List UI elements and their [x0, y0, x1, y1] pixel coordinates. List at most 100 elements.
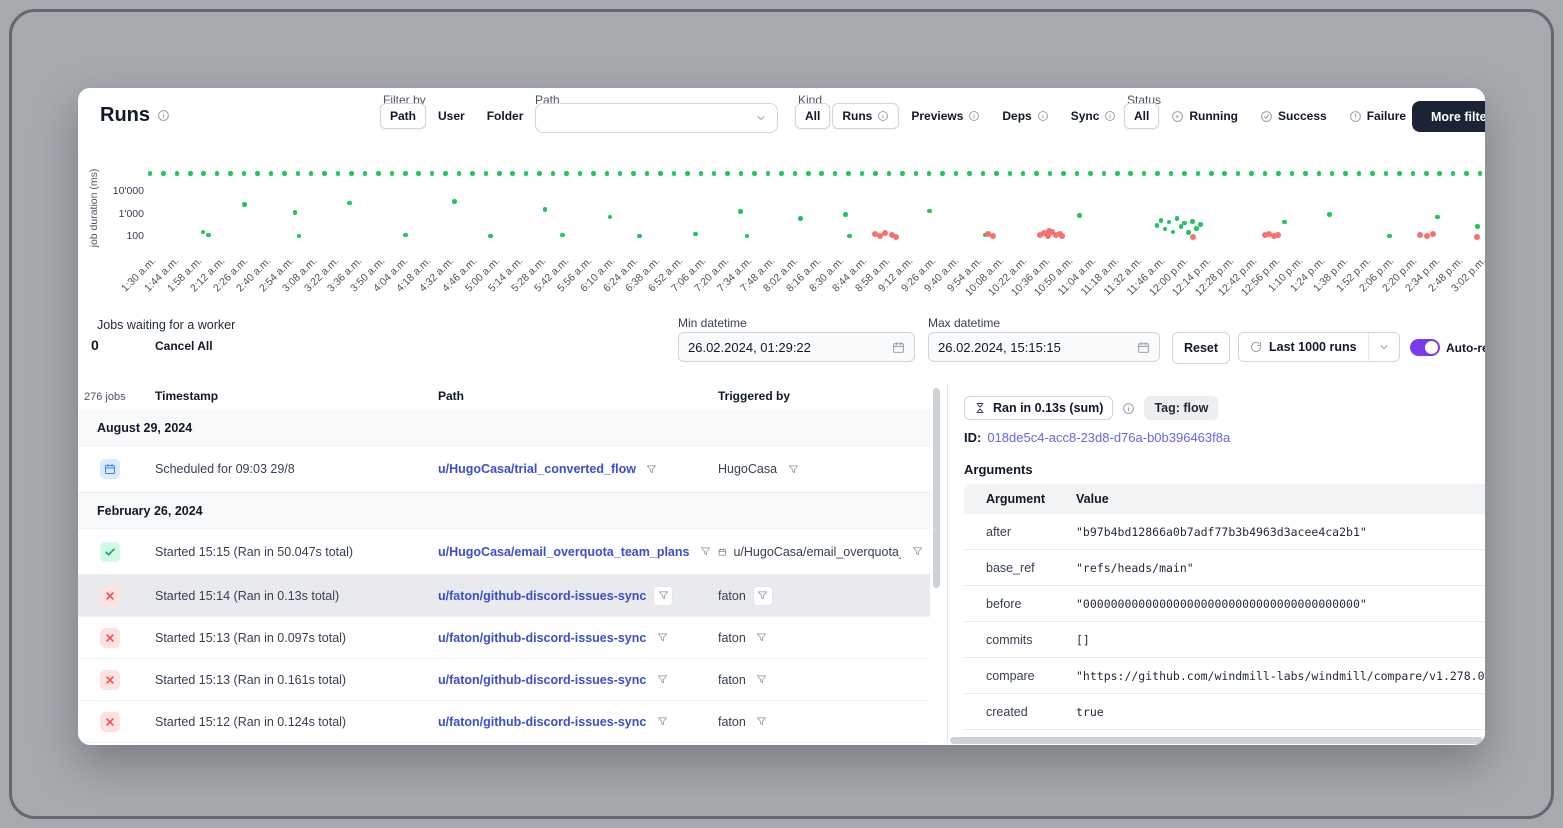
reset-button[interactable]: Reset	[1172, 332, 1230, 364]
job-path-link[interactable]: u/faton/github-discord-issues-sync	[438, 589, 646, 603]
filter-funnel-icon[interactable]	[753, 629, 771, 647]
filter-funnel-icon[interactable]	[753, 713, 771, 731]
duration-badge: Ran in 0.13s (sum)	[964, 396, 1113, 420]
filter-funnel-icon[interactable]	[653, 671, 671, 689]
data-point	[1327, 212, 1332, 217]
data-point	[860, 171, 865, 176]
filter-funnel-icon[interactable]	[696, 543, 714, 561]
min-datetime-input[interactable]: 26.02.2024, 01:29:22	[678, 332, 915, 362]
table-row[interactable]: Started 15:13 (Ran in 0.097s total)u/fat…	[78, 617, 930, 659]
jobs-count: 276 jobs	[84, 391, 126, 403]
kind-chip-sync[interactable]: Sync	[1061, 103, 1127, 129]
data-point	[1102, 171, 1107, 176]
run-id-link[interactable]: 018de5c4-acc8-23d8-d76a-b0b396463f8a	[987, 430, 1230, 445]
jobs-table-header: 276 jobs Timestamp Path Triggered by	[78, 384, 930, 411]
filter-by-chip-user[interactable]: User	[428, 103, 475, 129]
data-point	[510, 171, 515, 176]
data-point	[766, 171, 771, 176]
data-point	[543, 207, 548, 212]
jobs-waiting-count: 0	[91, 337, 99, 353]
page-title-text: Runs	[100, 104, 150, 127]
filter-funnel-icon[interactable]	[653, 629, 671, 647]
info-icon	[877, 110, 889, 122]
data-point	[564, 171, 569, 176]
job-path-link[interactable]: u/HugoCasa/email_overquota_team_plans	[438, 545, 689, 559]
chip-label: All	[1134, 109, 1149, 123]
job-timestamp: Started 15:13 (Ran in 0.161s total)	[155, 673, 346, 687]
status-chip-all[interactable]: All	[1124, 103, 1159, 129]
argument-key: after	[986, 525, 1076, 539]
filter-by-chip-folder[interactable]: Folder	[477, 103, 534, 129]
data-point	[336, 171, 341, 176]
filter-funnel-icon[interactable]	[784, 460, 802, 478]
data-point	[1275, 232, 1281, 238]
run-id-label: ID:	[964, 430, 981, 445]
more-filters-button[interactable]: More filters	[1412, 101, 1485, 132]
run-id-row: ID: 018de5c4-acc8-23d8-d76a-b0b396463f8a	[964, 430, 1230, 445]
table-row[interactable]: Started 15:15 (Ran in 50.047s total)u/Hu…	[78, 529, 930, 575]
status-chip-failure[interactable]: Failure	[1339, 103, 1416, 129]
data-point	[282, 171, 287, 176]
auto-refresh-toggle[interactable]	[1410, 339, 1440, 356]
job-path-link[interactable]: u/HugoCasa/trial_converted_flow	[438, 462, 636, 476]
table-row[interactable]: Started 15:12 (Ran in 0.124s total)u/fat…	[78, 701, 930, 743]
data-point	[745, 234, 750, 239]
filter-funnel-icon[interactable]	[753, 671, 771, 689]
data-point	[893, 234, 899, 240]
max-datetime-input[interactable]: 26.02.2024, 15:15:15	[928, 332, 1160, 362]
data-point	[847, 234, 852, 239]
data-point	[779, 171, 784, 176]
vertical-scrollbar[interactable]	[933, 388, 940, 588]
data-point	[618, 171, 623, 176]
filter-funnel-icon[interactable]	[753, 586, 773, 606]
filter-by-chip-path[interactable]: Path	[380, 103, 426, 129]
job-triggered-by: faton	[718, 715, 746, 729]
job-path-link[interactable]: u/faton/github-discord-issues-sync	[438, 673, 646, 687]
info-icon[interactable]	[1122, 402, 1135, 415]
data-point	[484, 171, 489, 176]
filter-funnel-icon[interactable]	[908, 543, 926, 561]
data-point	[1236, 171, 1241, 176]
horizontal-scrollbar[interactable]	[950, 737, 1483, 744]
kind-chip-runs[interactable]: Runs	[832, 103, 899, 129]
data-point	[1478, 171, 1483, 176]
jobs-table-body: August 29, 2024Scheduled for 09:03 29/8u…	[78, 410, 930, 745]
data-point	[914, 171, 919, 176]
table-row[interactable]: Scheduled for 09:03 29/8u/HugoCasa/trial…	[78, 446, 930, 493]
data-point	[927, 171, 932, 176]
data-point	[1451, 171, 1456, 176]
job-path-link[interactable]: u/faton/github-discord-issues-sync	[438, 715, 646, 729]
table-row[interactable]: Started 15:13 (Ran in 0.161s total) u/fat…	[78, 659, 930, 701]
table-row[interactable]: Started 15:14 (Ran in 0.13s total)u/fato…	[78, 575, 930, 617]
date-group-row: February 26, 2024	[78, 493, 930, 529]
data-point	[591, 171, 596, 176]
cancel-all-button[interactable]: Cancel All	[155, 339, 213, 353]
info-icon[interactable]	[157, 109, 170, 122]
filter-funnel-icon[interactable]	[653, 713, 671, 731]
scatter-plot-area[interactable]	[150, 168, 1480, 250]
chip-label: Runs	[842, 109, 872, 123]
status-chip-running[interactable]: Running	[1161, 103, 1248, 129]
data-point	[631, 171, 636, 176]
kind-chip-previews[interactable]: Previews	[901, 103, 990, 129]
job-path-link[interactable]: u/faton/github-discord-issues-sync	[438, 631, 646, 645]
calendar-icon[interactable]	[892, 341, 905, 354]
data-point	[537, 171, 542, 176]
status-chip-success[interactable]: Success	[1250, 103, 1337, 129]
last-runs-button[interactable]: Last 1000 runs	[1239, 333, 1368, 361]
kind-chip-deps[interactable]: Deps	[992, 103, 1058, 129]
filter-funnel-icon[interactable]	[643, 460, 661, 478]
data-point	[1190, 219, 1195, 224]
calendar-icon[interactable]	[1137, 341, 1150, 354]
path-filter-select[interactable]	[535, 103, 778, 133]
filter-funnel-icon[interactable]	[653, 586, 673, 606]
data-point	[1209, 171, 1214, 176]
job-triggered-by-cell: u/HugoCasa/email_overquota_team_plans	[718, 543, 926, 561]
argument-value: "refs/heads/main"	[1076, 561, 1485, 575]
chip-label: Folder	[487, 109, 524, 123]
data-point	[1198, 222, 1203, 227]
data-point	[1034, 171, 1039, 176]
kind-chip-all[interactable]: All	[795, 103, 830, 129]
page-title: Runs	[100, 104, 170, 127]
last-runs-dropdown-button[interactable]	[1368, 333, 1399, 361]
